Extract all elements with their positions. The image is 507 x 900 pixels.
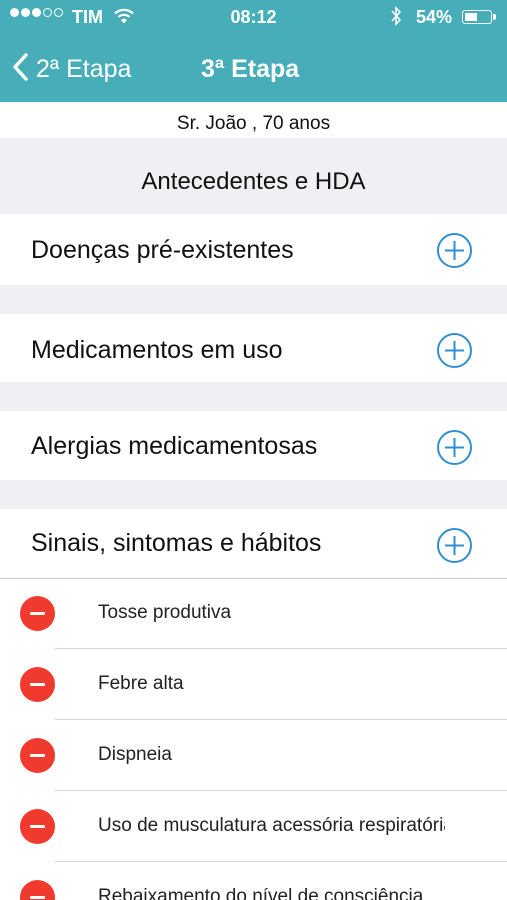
chevron-left-icon [12, 52, 30, 87]
category-alergias-medicamentosas[interactable]: Alergias medicamentosas [0, 411, 507, 480]
patient-info: Sr. João , 70 anos [0, 102, 507, 138]
symptom-list: Tosse produtiva Febre alta Dispneia Uso … [0, 578, 507, 900]
category-doencas-pre-existentes[interactable]: Doenças pré-existentes [0, 214, 507, 285]
list-item: Dispneia [0, 720, 507, 791]
category-label: Doenças pré-existentes [31, 236, 294, 264]
list-item-label: Dispneia [98, 744, 172, 765]
list-item-label: Uso de musculatura acessória respiratóri… [98, 815, 445, 836]
section-title: Antecedentes e HDA [141, 168, 366, 195]
battery-level [465, 13, 478, 21]
minus-circle-icon[interactable] [20, 738, 55, 773]
battery-percentage: 54% [416, 7, 453, 27]
category-label: Medicamentos em uso [31, 336, 283, 364]
minus-circle-icon[interactable] [20, 809, 55, 844]
plus-circle-icon[interactable] [436, 232, 473, 274]
page-title: 3ª Etapa [201, 55, 300, 83]
plus-circle-icon[interactable] [436, 332, 473, 374]
list-item-label: Tosse produtiva [98, 602, 232, 623]
plus-circle-icon[interactable] [436, 527, 473, 569]
list-item: Tosse produtiva [0, 578, 507, 649]
list-item: Uso de musculatura acessória respiratóri… [0, 791, 507, 862]
navigation-header: TIM 08:12 54% 2ª Etapa 3ª Etapa [0, 0, 507, 102]
list-item-label: Rebaixamento do nível de consciência [98, 886, 424, 900]
minus-circle-icon[interactable] [20, 596, 55, 631]
minus-circle-icon[interactable] [20, 667, 55, 702]
battery-icon [462, 10, 492, 24]
list-item: Rebaixamento do nível de consciência [0, 862, 507, 900]
minus-circle-icon[interactable] [20, 880, 55, 900]
list-item: Febre alta [0, 649, 507, 720]
category-label: Sinais, sintomas e hábitos [31, 529, 322, 557]
category-medicamentos-em-uso[interactable]: Medicamentos em uso [0, 314, 507, 382]
back-button[interactable]: 2ª Etapa [12, 52, 131, 86]
back-button-label: 2ª Etapa [36, 54, 132, 83]
status-bar: TIM 08:12 54% [0, 0, 507, 34]
list-item-label: Febre alta [98, 673, 184, 694]
bluetooth-icon [390, 6, 402, 31]
battery-tip [493, 14, 496, 20]
category-sinais-sintomas-habitos[interactable]: Sinais, sintomas e hábitos [0, 509, 507, 578]
plus-circle-icon[interactable] [436, 429, 473, 471]
category-label: Alergias medicamentosas [31, 432, 318, 460]
